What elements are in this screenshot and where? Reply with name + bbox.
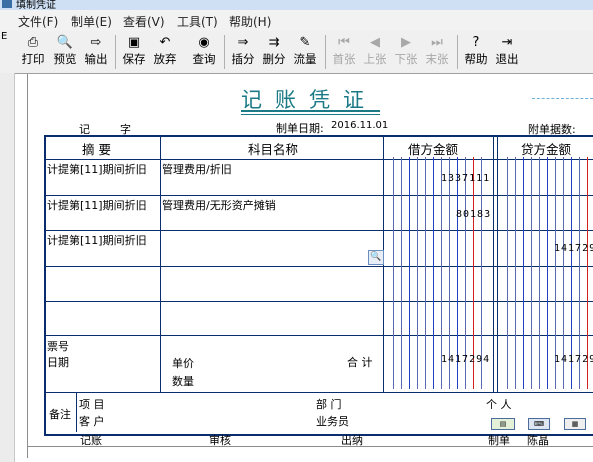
header-account: 科目名称 xyxy=(248,142,299,157)
row2-summary[interactable]: 计提第[11]期间折旧 xyxy=(47,197,147,213)
customer-label: 客 户 xyxy=(79,415,105,428)
department-label: 部 门 xyxy=(316,398,342,411)
row1-summary[interactable]: 计提第[11]期间折旧 xyxy=(47,161,147,177)
menu-file[interactable]: 文件(F) xyxy=(18,13,58,30)
title-underline xyxy=(241,110,380,115)
first-page-icon: ⏮ xyxy=(338,35,350,50)
preview-icon: 🔍 xyxy=(56,35,74,50)
row2-account[interactable]: 管理费用/无形资产摊销 xyxy=(162,197,276,213)
ticket-no-label: 票号 xyxy=(47,340,69,353)
export-icon: ⇨ xyxy=(90,35,102,50)
keyboard-icon[interactable]: ⌨ xyxy=(528,418,550,430)
export-button[interactable]: ⇨ 输出 xyxy=(81,33,111,71)
row1-debit[interactable]: 1337111 xyxy=(441,173,490,184)
first-button[interactable]: ⏮ 首张 xyxy=(329,33,359,71)
window-title: 填制凭证 xyxy=(16,0,56,10)
toolbar-separator xyxy=(457,35,458,69)
row3-credit[interactable]: 141729 xyxy=(554,243,593,254)
menu-voucher[interactable]: 制单(E) xyxy=(71,13,112,30)
menu-tools[interactable]: 工具(T) xyxy=(177,13,218,30)
help-button[interactable]: ? 帮助 xyxy=(461,33,491,71)
toolbar-separator xyxy=(115,35,116,69)
prev-page-icon: ◀ xyxy=(370,35,380,50)
project-label: 项 目 xyxy=(79,398,105,411)
exit-button[interactable]: ⇥ 退出 xyxy=(492,33,522,71)
cash-flow-button[interactable]: ✎ 流量 xyxy=(290,33,320,71)
header-credit: 贷方金额 xyxy=(521,142,572,157)
last-button[interactable]: ⏭ 末张 xyxy=(422,33,452,71)
print-button[interactable]: ⎙ 打印 xyxy=(18,33,48,71)
left-panel-edge: E xyxy=(0,31,15,462)
menu-view[interactable]: 查看(V) xyxy=(123,13,165,30)
person-label: 个 人 xyxy=(486,398,512,411)
header-summary: 摘 要 xyxy=(82,142,111,157)
total-debit: 1417294 xyxy=(441,354,491,365)
query-button[interactable]: ◉ 查询 xyxy=(189,33,219,71)
calculator-icon[interactable]: ▦ xyxy=(564,418,586,430)
paper-bottom-edge xyxy=(27,446,593,447)
toolbar-separator xyxy=(325,35,326,69)
menu-help[interactable]: 帮助(H) xyxy=(229,13,271,30)
voucher-table: 摘 要 科目名称 借方金额 贷方金额 计提第[11]期间折旧 管理费用/折旧 1… xyxy=(44,135,593,436)
quantity-label: 数量 xyxy=(172,375,194,388)
discard-button[interactable]: ↶ 放弃 xyxy=(150,33,180,71)
preview-button[interactable]: 🔍 预览 xyxy=(50,33,80,71)
exit-door-icon: ⇥ xyxy=(501,35,513,50)
salesperson-label: 业务员 xyxy=(316,415,349,428)
decorative-dashed-line xyxy=(532,98,593,99)
row1-account[interactable]: 管理费用/折旧 xyxy=(162,161,232,177)
toolbar-separator xyxy=(224,35,225,69)
date-field-label: 日期 xyxy=(47,356,69,369)
unit-price-label: 单价 xyxy=(172,357,194,370)
next-page-icon: ▶ xyxy=(401,35,411,50)
app-icon xyxy=(2,0,12,8)
notes-label: 备注 xyxy=(49,408,71,421)
floppy-icon: ▣ xyxy=(127,35,141,50)
help-icon: ? xyxy=(472,35,480,50)
printer-icon: ⎙ xyxy=(27,35,39,50)
total-credit: 141729 xyxy=(554,354,593,365)
row3-summary[interactable]: 计提第[11]期间折旧 xyxy=(47,232,147,248)
account-search-icon[interactable]: 🔍 xyxy=(368,250,384,265)
delete-line-button[interactable]: ⇉ 删分 xyxy=(259,33,289,71)
card-icon[interactable]: ▤ xyxy=(491,418,515,430)
save-button[interactable]: ▣ 保存 xyxy=(119,33,149,71)
date-label: 制单日期: xyxy=(276,122,324,135)
total-label: 合 计 xyxy=(347,356,373,369)
binoculars-icon: ◉ xyxy=(198,35,210,50)
toolbar: ⎙ 打印 🔍 预览 ⇨ 输出 ▣ 保存 ↶ 放弃 ◉ 查询 ⇒ 插分 ⇉ 删分 … xyxy=(0,31,593,74)
insert-line-button[interactable]: ⇒ 插分 xyxy=(228,33,258,71)
header-debit: 借方金额 xyxy=(408,142,459,157)
menu-bar: 文件(F) 制单(E) 查看(V) 工具(T) 帮助(H) xyxy=(0,10,593,31)
next-button[interactable]: ▶ 下张 xyxy=(391,33,421,71)
undo-icon: ↶ xyxy=(159,35,171,50)
row2-debit[interactable]: 80183 xyxy=(456,209,491,220)
last-page-icon: ⏭ xyxy=(431,35,443,50)
voucher-date[interactable]: 2016.11.01 xyxy=(331,120,388,131)
title-bar: 填制凭证 xyxy=(0,0,593,10)
delete-row-icon: ⇉ xyxy=(268,35,280,50)
pencil-icon: ✎ xyxy=(299,35,311,50)
insert-row-icon: ⇒ xyxy=(237,35,249,50)
prev-button[interactable]: ◀ 上张 xyxy=(360,33,390,71)
